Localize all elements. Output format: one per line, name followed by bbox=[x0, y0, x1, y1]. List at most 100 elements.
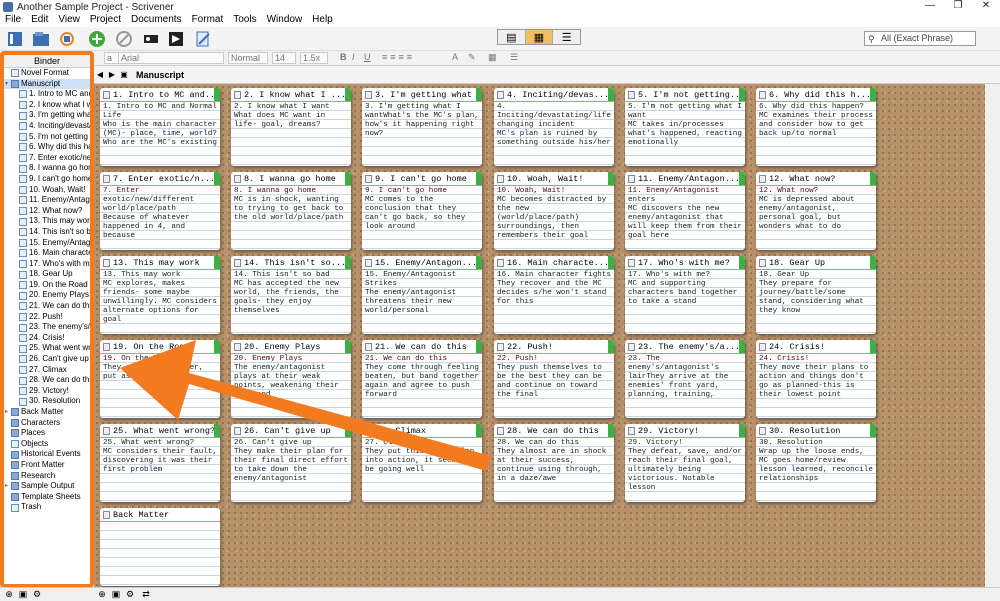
menu-file[interactable]: File bbox=[0, 14, 26, 27]
card-synopsis[interactable]: 20. Enemy Plays The enemy/antagonist pla… bbox=[231, 354, 351, 417]
index-card[interactable]: 20. Enemy Plays 20. Enemy Plays The enemy… bbox=[231, 340, 351, 418]
maximize-button[interactable]: ❐ bbox=[944, 0, 972, 11]
card-synopsis[interactable]: 4. Inciting/devastating/life changing in… bbox=[494, 102, 614, 165]
binder-item[interactable]: 25. What went wro... bbox=[4, 343, 90, 354]
menu-project[interactable]: Project bbox=[85, 14, 126, 27]
scrivenings-view-icon[interactable]: ▤ bbox=[498, 30, 526, 44]
card-synopsis[interactable]: 21. We can do this They come through fee… bbox=[362, 354, 482, 417]
footer-folder-icon[interactable]: ▣ bbox=[17, 589, 29, 600]
index-card[interactable]: 26. Can't give up 26. Can't give up They … bbox=[231, 424, 351, 502]
menu-view[interactable]: View bbox=[53, 14, 85, 27]
index-card[interactable]: 10. Woah, Wait! 10. Woah, Wait! MC become… bbox=[494, 172, 614, 250]
index-card[interactable]: 15. Enemy/Antagon... 15. Enemy/Antagonist… bbox=[362, 256, 482, 334]
card-synopsis[interactable]: 16. Main character fights They recover a… bbox=[494, 270, 614, 333]
highlight-icon[interactable]: ✎ bbox=[466, 52, 478, 64]
card-synopsis[interactable]: 1. Intro to MC and Normal Life Who is th… bbox=[100, 102, 220, 165]
outliner-view-icon[interactable]: ☰ bbox=[553, 30, 580, 44]
index-card[interactable]: 16. Main characte... 16. Main character f… bbox=[494, 256, 614, 334]
index-card[interactable]: Back Matter bbox=[100, 508, 220, 586]
card-synopsis[interactable]: 13. This may work MC explores, makes fri… bbox=[100, 270, 220, 333]
menu-edit[interactable]: Edit bbox=[26, 14, 53, 27]
font-size-select[interactable]: 14 bbox=[272, 52, 296, 64]
menu-documents[interactable]: Documents bbox=[126, 14, 187, 27]
card-title[interactable]: 24. Crisis! bbox=[756, 340, 876, 354]
compile-icon[interactable] bbox=[192, 29, 214, 49]
index-card[interactable]: 18. Gear Up 18. Gear Up They prepare for … bbox=[756, 256, 876, 334]
sync-icon[interactable] bbox=[56, 29, 78, 49]
card-title[interactable]: 6. Why did this h... bbox=[756, 88, 876, 102]
binder-item[interactable]: 6. Why did this hap... bbox=[4, 142, 90, 153]
back-arrow-icon[interactable]: ◀ bbox=[94, 70, 106, 79]
card-title[interactable]: 2. I know what I ... bbox=[231, 88, 351, 102]
card-synopsis[interactable]: 2. I know what I want What does MC want … bbox=[231, 102, 351, 165]
menu-help[interactable]: Help bbox=[307, 14, 338, 27]
card-title[interactable]: Back Matter bbox=[100, 508, 220, 522]
card-synopsis[interactable]: 24. Crisis! They move their plans to act… bbox=[756, 354, 876, 417]
card-synopsis[interactable]: 28. We can do this They almost are in sh… bbox=[494, 438, 614, 501]
index-card[interactable]: 11. Enemy/Antagon... 11. Enemy/Antagonist… bbox=[625, 172, 745, 250]
card-synopsis[interactable]: 7. Enter exotic/new/different world/plac… bbox=[100, 186, 220, 249]
card-title[interactable]: 1. Intro to MC and... bbox=[100, 88, 220, 102]
binder-item[interactable]: 23. The enemy's/an... bbox=[4, 322, 90, 333]
binder-item[interactable]: ▾ Manuscript bbox=[4, 78, 90, 90]
index-card[interactable]: 22. Push! 22. Push! They push themselves … bbox=[494, 340, 614, 418]
card-title[interactable]: 23. The enemy's/a... bbox=[625, 340, 745, 354]
binder-item[interactable]: 13. This may work bbox=[4, 216, 90, 227]
binder-item[interactable]: 7. Enter exotic/new/... bbox=[4, 153, 90, 164]
binder-item[interactable]: 24. Crisis! bbox=[4, 333, 90, 344]
index-card[interactable]: 8. I wanna go home 8. I wanna go home MC … bbox=[231, 172, 351, 250]
index-card[interactable]: 27. Climax 27. Climax They put this final… bbox=[362, 424, 482, 502]
index-card[interactable]: 6. Why did this h... 6. Why did this happ… bbox=[756, 88, 876, 166]
binder-item[interactable]: 8. I wanna go home bbox=[4, 163, 90, 174]
binder-item[interactable]: 29. Victory! bbox=[4, 386, 90, 397]
card-synopsis[interactable]: 30. Resolution Wrap up the loose ends, M… bbox=[756, 438, 876, 501]
index-card[interactable]: 24. Crisis! 24. Crisis! They move their p… bbox=[756, 340, 876, 418]
keywords-icon[interactable] bbox=[140, 29, 162, 49]
card-title[interactable]: 9. I can't go home bbox=[362, 172, 482, 186]
binder-item[interactable]: 20. Enemy Plays bbox=[4, 290, 90, 301]
list-icon[interactable]: ☰ bbox=[508, 52, 526, 64]
binder-item[interactable]: 16. Main character f... bbox=[4, 248, 90, 259]
add-icon[interactable] bbox=[86, 29, 108, 49]
index-card[interactable]: 28. We can do this 28. We can do this The… bbox=[494, 424, 614, 502]
card-synopsis[interactable]: 12. What now? MC is depressed about enem… bbox=[756, 186, 876, 249]
minimize-button[interactable]: — bbox=[916, 0, 944, 11]
card-title[interactable]: 13. This may work bbox=[100, 256, 220, 270]
index-card[interactable]: 4. Inciting/devas... 4. Inciting/devastat… bbox=[494, 88, 614, 166]
editor-footer-folder-icon[interactable]: ▣ bbox=[110, 589, 122, 600]
card-synopsis[interactable]: 29. Victory! They defeat, save, and/or r… bbox=[625, 438, 745, 501]
binder-item[interactable]: 1. Intro to MC and... bbox=[4, 89, 90, 100]
style-select-normal[interactable]: Normal bbox=[228, 52, 268, 64]
binder-item[interactable]: Places bbox=[4, 428, 90, 439]
binder-item[interactable]: 9. I can't go home bbox=[4, 174, 90, 185]
card-title[interactable]: 5. I'm not getting... bbox=[625, 88, 745, 102]
card-title[interactable]: 11. Enemy/Antagon... bbox=[625, 172, 745, 186]
index-card[interactable]: 23. The enemy's/a... 23. The enemy's/anta… bbox=[625, 340, 745, 418]
index-card[interactable]: 14. This isn't so... 14. This isn't so ba… bbox=[231, 256, 351, 334]
index-card[interactable]: 9. I can't go home 9. I can't go home MC … bbox=[362, 172, 482, 250]
collections-icon[interactable] bbox=[30, 29, 52, 49]
index-card[interactable]: 12. What now? 12. What now? MC is depress… bbox=[756, 172, 876, 250]
card-synopsis[interactable]: 23. The enemy's/antagonist's lairThey ar… bbox=[625, 354, 745, 417]
binder-item[interactable]: Front Matter bbox=[4, 460, 90, 471]
search-input[interactable]: ⚲ All (Exact Phrase) bbox=[864, 31, 976, 46]
binder-item[interactable]: 22. Push! bbox=[4, 312, 90, 323]
binder-item[interactable]: Characters bbox=[4, 418, 90, 429]
index-card[interactable]: 17. Who's with me? 17. Who's with me? MC … bbox=[625, 256, 745, 334]
menu-window[interactable]: Window bbox=[262, 14, 308, 27]
index-card[interactable]: 30. Resolution 30. Resolution Wrap up the… bbox=[756, 424, 876, 502]
card-title[interactable]: 4. Inciting/devas... bbox=[494, 88, 614, 102]
binder-item[interactable]: 11. Enemy/Antagoni... bbox=[4, 195, 90, 206]
close-button[interactable]: ✕ bbox=[972, 0, 1000, 11]
card-synopsis[interactable]: 9. I can't go home MC comes to the concl… bbox=[362, 186, 482, 249]
editor-footer-swap-icon[interactable]: ⇄ bbox=[140, 589, 152, 600]
index-card[interactable]: 1. Intro to MC and... 1. Intro to MC and … bbox=[100, 88, 220, 166]
card-title[interactable]: 16. Main characte... bbox=[494, 256, 614, 270]
corkboard-scrollbar[interactable] bbox=[985, 84, 1000, 587]
binder-item[interactable]: 26. Can't give up bbox=[4, 354, 90, 365]
card-title[interactable]: 15. Enemy/Antagon... bbox=[362, 256, 482, 270]
binder-item[interactable]: 15. Enemy/Antagoni... bbox=[4, 238, 90, 249]
card-synopsis[interactable]: 22. Push! They push themselves to be the… bbox=[494, 354, 614, 417]
index-card[interactable]: 13. This may work 13. This may work MC ex… bbox=[100, 256, 220, 334]
binder-item[interactable]: 2. I know what I want bbox=[4, 100, 90, 111]
